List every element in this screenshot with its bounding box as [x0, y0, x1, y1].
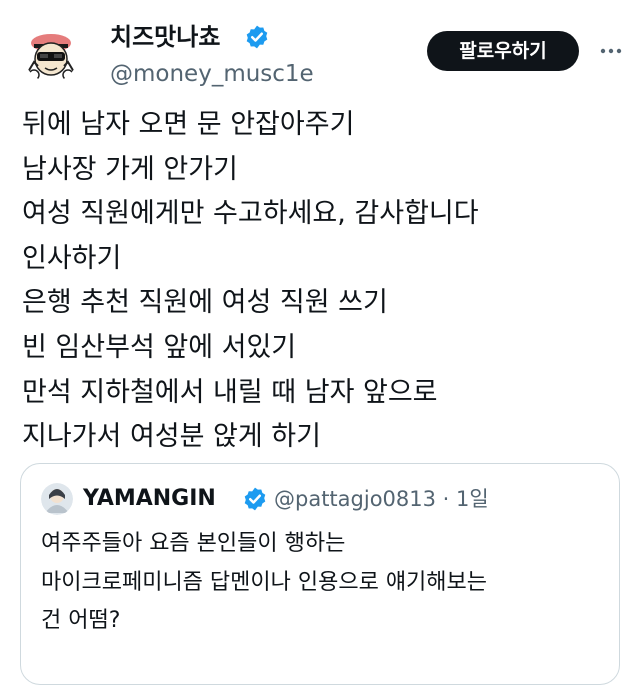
- quoted-handle-and-time[interactable]: @pattagjo0813 · 1일: [274, 484, 489, 514]
- author-handle[interactable]: @money_musc1e: [110, 59, 314, 89]
- tweet-line: 은행 추천 직원에 여성 직원 쓰기: [22, 287, 388, 319]
- quoted-tweet-line: 여주주들아 요즘 본인들이 행하는: [41, 531, 346, 556]
- tweet-line: 인사하기: [22, 242, 122, 274]
- author-display-name[interactable]: 치즈맛나쵸: [110, 22, 220, 52]
- follow-button[interactable]: 팔로우하기: [427, 31, 579, 71]
- author-avatar[interactable]: [24, 28, 78, 82]
- tweet-line: 빈 임산부석 앞에 서있기: [22, 331, 297, 363]
- verified-badge-icon: [246, 25, 268, 49]
- quoted-tweet-line: 마이크로페미니즘 답멘이나 인용으로 얘기해보는: [41, 569, 488, 595]
- tweet-line: 지나가서 여성분 앉게 하기: [22, 421, 321, 453]
- quoted-tweet-card[interactable]: YAMANGIN @pattagjo0813 · 1일 여주주들아 요즘 본인들…: [20, 463, 620, 685]
- tweet-line: 여성 직원에게만 수고하세요, 감사합니다: [22, 198, 479, 230]
- tweet-line: 뒤에 남자 오면 문 안잡아주기: [22, 109, 355, 140]
- quoted-tweet-text: 여주주들아 요즘 본인들이 행하는 마이크로페미니즘 답멘이나 인용으로 얘기해…: [41, 525, 611, 641]
- illustrated-character-avatar-icon: [41, 483, 73, 515]
- tweet-line: 만석 지하철에서 내릴 때 남자 앞으로: [22, 376, 438, 408]
- more-horizontal-icon[interactable]: [596, 36, 626, 66]
- quoted-author-avatar[interactable]: [41, 483, 73, 515]
- quoted-tweet-line: 건 어떰?: [41, 608, 121, 633]
- quoted-display-name[interactable]: YAMANGIN: [83, 484, 216, 514]
- cartoon-character-avatar-icon: [27, 34, 75, 81]
- tweet-text: 뒤에 남자 오면 문 안잡아주기 남사장 가게 안가기 여성 직원에게만 수고하…: [22, 103, 622, 460]
- verified-badge-icon: [244, 487, 266, 511]
- tweet-line: 남사장 가게 안가기: [22, 153, 238, 185]
